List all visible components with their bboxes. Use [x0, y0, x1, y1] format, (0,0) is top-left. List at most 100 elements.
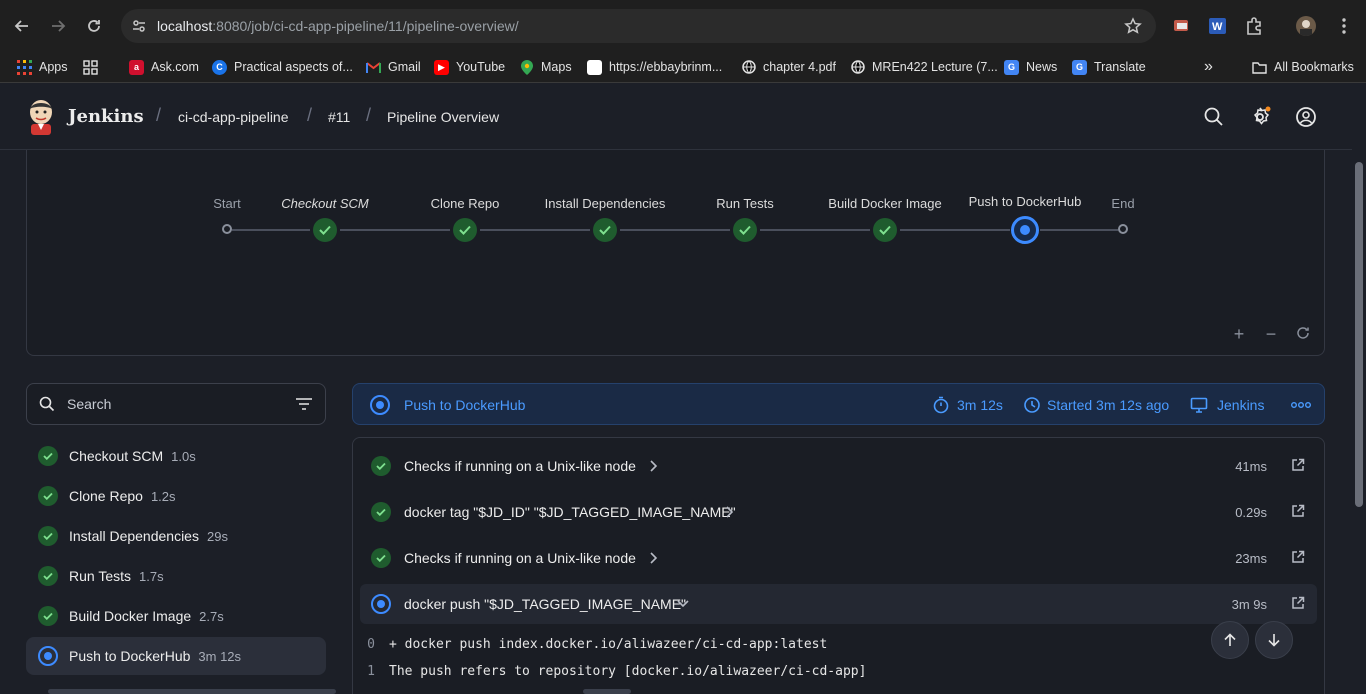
sidebar-stage-run-tests[interactable]: Run Tests 1.7s — [26, 557, 326, 595]
sidebar-stage-push-to-dockerhub[interactable]: Push to DockerHub 3m 12s — [26, 637, 326, 675]
bookmark-mren422[interactable]: MREn422 Lecture (7... — [850, 55, 998, 79]
open-external-icon[interactable] — [1291, 458, 1305, 472]
zoom-in-button[interactable]: + — [1231, 325, 1247, 343]
breadcrumb-build[interactable]: #11 — [328, 109, 350, 125]
filter-icon[interactable] — [295, 396, 313, 412]
user-account-icon[interactable] — [1295, 106, 1317, 128]
chevron-down-icon[interactable] — [676, 597, 690, 611]
stage-name: Build Docker Image — [69, 608, 192, 624]
graph-stage-label[interactable]: Run Tests — [716, 196, 774, 211]
bookmark-practical[interactable]: C Practical aspects of... — [212, 55, 353, 79]
page-scrollbar[interactable] — [1352, 84, 1366, 694]
bookmark-chapter4[interactable]: chapter 4.pdf — [741, 55, 836, 79]
cast-icon[interactable] — [1172, 16, 1192, 36]
search-icon[interactable] — [1203, 106, 1225, 128]
bookmark-news[interactable]: G News — [1004, 55, 1057, 79]
sidebar-stage-install-dependencies[interactable]: Install Dependencies 29s — [26, 517, 326, 555]
bookmark-label: News — [1026, 60, 1058, 74]
zoom-out-button[interactable]: − — [1263, 325, 1279, 343]
scrollbar-thumb[interactable] — [1355, 162, 1363, 507]
reload-icon — [88, 20, 100, 32]
reload-button[interactable] — [81, 13, 107, 39]
stage-name: Push to DockerHub — [69, 648, 191, 664]
breadcrumb-job[interactable]: ci-cd-app-pipeline — [178, 109, 289, 125]
step-row-expanded[interactable]: docker push "$JD_TAGGED_IMAGE_NAME" 3m 9… — [360, 584, 1317, 624]
stage-duration: 1.7s — [139, 569, 164, 584]
stage-name: Install Dependencies — [69, 528, 199, 544]
step-row[interactable]: Checks if running on a Unix-like node 41… — [360, 446, 1317, 486]
breadcrumb-separator: / — [307, 105, 313, 125]
open-external-icon[interactable] — [1291, 504, 1305, 518]
forward-button[interactable] — [45, 13, 71, 39]
bookmark-grid[interactable] — [83, 55, 98, 79]
step-row[interactable]: Checks if running on a Unix-like node 23… — [360, 538, 1317, 578]
stage-started-text: Started 3m 12s ago — [1047, 397, 1170, 413]
graph-stage-success-node[interactable] — [313, 218, 337, 242]
bookmark-star-icon[interactable] — [1124, 17, 1142, 35]
checkmark-icon — [319, 225, 331, 235]
sidebar-stage-checkout-scm[interactable]: Checkout SCM 1.0s — [26, 437, 326, 475]
sidebar-horizontal-scrollbar[interactable] — [48, 689, 336, 694]
log-horizontal-scrollbar[interactable] — [583, 689, 631, 694]
globe-icon — [850, 60, 865, 75]
settings-gear-icon[interactable] — [1249, 106, 1271, 128]
bookmark-label: YouTube — [456, 60, 506, 74]
computer-agent-icon — [1190, 396, 1208, 414]
graph-stage-label[interactable]: Clone Repo — [431, 196, 500, 211]
bookmark-label: Practical aspects of... — [234, 60, 353, 74]
graph-stage-success-node[interactable] — [453, 218, 477, 242]
word-extension-icon[interactable]: W — [1208, 16, 1228, 36]
chevron-right-icon[interactable] — [648, 551, 660, 565]
reset-zoom-icon[interactable] — [1295, 326, 1311, 342]
bookmark-gmail[interactable]: Gmail — [366, 55, 421, 79]
graph-stage-label[interactable]: Build Docker Image — [828, 196, 941, 211]
success-check-icon — [38, 566, 58, 586]
scroll-to-bottom-button[interactable] — [1255, 621, 1293, 659]
sidebar-stage-clone-repo[interactable]: Clone Repo 1.2s — [26, 477, 326, 515]
scroll-to-top-button[interactable] — [1211, 621, 1249, 659]
graph-stage-success-node[interactable] — [593, 218, 617, 242]
stage-name-row: Checkout SCM 1.0s — [69, 448, 196, 464]
bookmark-apps[interactable]: Apps — [17, 55, 68, 79]
chevron-right-icon[interactable] — [648, 459, 660, 473]
more-bookmarks-chevron-icon[interactable]: » — [1204, 55, 1213, 79]
chevron-right-icon[interactable] — [724, 505, 736, 519]
bookmark-ebbay[interactable]: https://ebbaybrinm... — [587, 55, 722, 79]
app-title[interactable]: Jenkins — [68, 106, 144, 127]
graph-stage-label[interactable]: Checkout SCM — [281, 196, 368, 211]
breadcrumb-page[interactable]: Pipeline Overview — [387, 109, 499, 125]
graph-stage-label[interactable]: Install Dependencies — [545, 196, 666, 211]
graph-stage-success-node[interactable] — [873, 218, 897, 242]
profile-avatar[interactable] — [1296, 16, 1316, 36]
checkmark-icon — [459, 225, 471, 235]
more-options-icon[interactable] — [1290, 396, 1312, 414]
search-input[interactable] — [67, 394, 287, 414]
graph-stage-success-node[interactable] — [733, 218, 757, 242]
step-row[interactable]: docker tag "$JD_ID" "$JD_TAGGED_IMAGE_NA… — [360, 492, 1317, 532]
maps-icon — [519, 59, 534, 75]
bookmark-translate[interactable]: G Translate — [1072, 55, 1146, 79]
site-info-icon[interactable] — [129, 16, 149, 36]
stage-agent-link[interactable]: Jenkins — [1217, 397, 1264, 413]
graph-stage-running-node[interactable] — [1011, 216, 1039, 244]
all-bookmarks-button[interactable]: All Bookmarks — [1252, 55, 1354, 79]
graph-stage-label[interactable]: Push to DockerHub — [969, 194, 1082, 209]
pipeline-graph-panel — [26, 150, 1325, 356]
stage-name-row: Build Docker Image 2.7s — [69, 608, 224, 624]
checkmark-icon — [739, 225, 751, 235]
bookmark-youtube[interactable]: ▶ YouTube — [434, 55, 505, 79]
bookmark-maps[interactable]: Maps — [519, 55, 572, 79]
browser-menu-icon[interactable] — [1334, 16, 1354, 36]
open-external-icon[interactable] — [1291, 550, 1305, 564]
jenkins-logo-icon[interactable] — [26, 99, 56, 135]
bookmark-ask[interactable]: a Ask.com — [129, 55, 199, 79]
open-external-icon[interactable] — [1291, 596, 1305, 610]
back-button[interactable] — [9, 13, 35, 39]
address-bar[interactable]: localhost:8080/job/ci-cd-app-pipeline/11… — [121, 9, 1156, 43]
success-check-icon — [38, 526, 58, 546]
grid-icon — [83, 59, 98, 75]
extensions-puzzle-icon[interactable] — [1244, 16, 1264, 36]
log-line-text: + docker push index.docker.io/aliwazeer/… — [389, 637, 828, 652]
graph-connector — [1040, 229, 1118, 231]
sidebar-stage-build-docker-image[interactable]: Build Docker Image 2.7s — [26, 597, 326, 635]
